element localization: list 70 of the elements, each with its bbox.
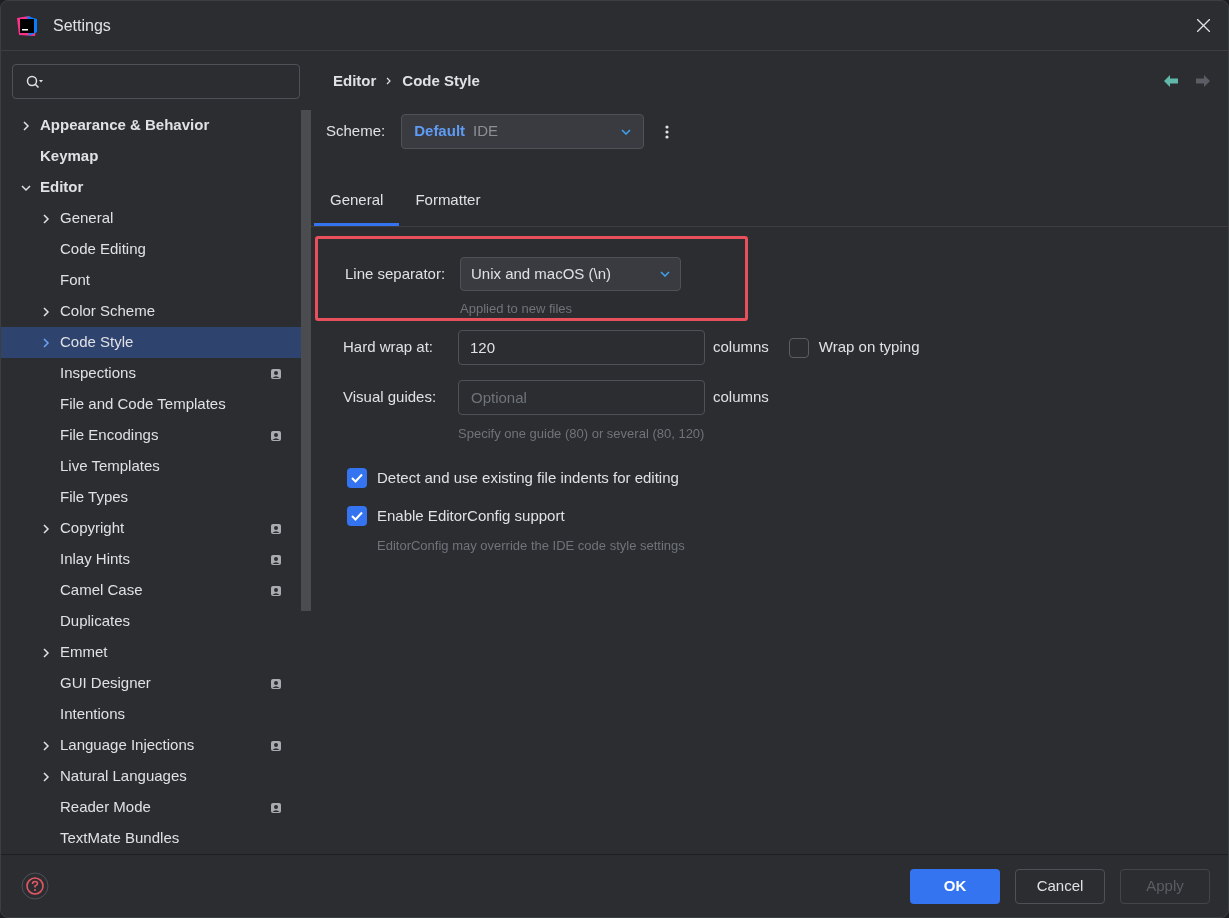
tree-item[interactable]: Keymap <box>1 141 301 172</box>
field-label: Line separator: <box>345 263 447 284</box>
checkbox[interactable] <box>347 467 367 488</box>
tree-item[interactable]: Language Injections <box>1 730 301 761</box>
search-field[interactable] <box>12 64 300 99</box>
tree-item[interactable]: File and Code Templates <box>1 389 301 420</box>
checkmark-icon <box>350 509 364 524</box>
hard-wrap-field[interactable]: 120 <box>458 330 705 365</box>
line-separator-dropdown[interactable]: Unix and macOS (\n) <box>460 257 681 291</box>
back-arrow-icon[interactable] <box>1164 75 1178 87</box>
tree-item[interactable]: Emmet <box>1 637 301 668</box>
tree-item[interactable]: Editor <box>1 172 301 203</box>
hint-text: EditorConfig may override the IDE code style settings <box>377 536 686 555</box>
tree-item[interactable]: File Types <box>1 482 301 513</box>
more-options-icon[interactable] <box>665 124 670 139</box>
checkbox-label: Wrap on typing <box>818 337 920 358</box>
checkbox[interactable] <box>788 337 809 358</box>
tree-item[interactable]: File Encodings <box>1 420 301 451</box>
checkbox-label: Enable EditorConfig support <box>377 506 565 526</box>
tree-item[interactable]: Copyright <box>1 513 301 544</box>
dialog-button[interactable]: Cancel <box>1015 868 1105 904</box>
field-label: Hard wrap at: <box>343 337 435 358</box>
tree-item[interactable]: Natural Languages <box>1 761 301 792</box>
chevron-down-icon <box>660 271 670 277</box>
tree-item[interactable]: Appearance & Behavior <box>1 110 301 141</box>
tab[interactable]: Formatter <box>399 177 497 226</box>
tree-item[interactable]: Live Templates <box>1 451 301 482</box>
chevron-down-icon[interactable] <box>21 182 31 193</box>
checkbox-label: Detect and use existing file indents for editing <box>377 467 679 488</box>
chevron-right-icon[interactable] <box>41 647 51 658</box>
chevron-right-icon[interactable] <box>41 771 51 782</box>
breadcrumb-item[interactable]: Code Style <box>402 69 480 93</box>
close-icon[interactable] <box>1197 19 1210 32</box>
unit-label: columns <box>713 337 769 358</box>
search-icon <box>26 75 44 89</box>
unit-label: columns <box>713 387 769 408</box>
chevron-right-icon[interactable] <box>41 213 51 224</box>
chevron-right-icon[interactable] <box>41 523 51 534</box>
app-logo-icon <box>17 15 37 36</box>
chevron-right-icon[interactable] <box>41 306 51 317</box>
breadcrumb-item[interactable]: Editor <box>333 69 377 93</box>
chevron-right-icon[interactable] <box>21 120 31 131</box>
visual-guides-field[interactable]: Optional <box>458 380 705 415</box>
checkbox[interactable] <box>347 506 367 527</box>
scrollbar-thumb[interactable] <box>301 110 311 611</box>
tree-item[interactable]: Code Editing <box>1 234 301 265</box>
tree-item[interactable]: Duplicates <box>1 606 301 637</box>
tree-item[interactable]: Reader Mode <box>1 792 301 823</box>
scheme-label: Scheme: <box>326 121 386 142</box>
tree-item[interactable]: Code Style <box>1 327 301 358</box>
window-title: Settings <box>53 15 111 36</box>
tree-item[interactable]: GUI Designer <box>1 668 301 699</box>
tab[interactable]: General <box>314 177 400 226</box>
chevron-right-icon <box>386 77 393 85</box>
dialog-button[interactable]: OK <box>910 868 1000 904</box>
tree-item[interactable]: Intentions <box>1 699 301 730</box>
tree-item[interactable]: Camel Case <box>1 575 301 606</box>
chevron-down-icon <box>621 128 632 135</box>
tree-item[interactable]: Font <box>1 265 301 296</box>
field-label: Visual guides: <box>343 387 438 408</box>
tree-item[interactable]: TextMate Bundles <box>1 823 301 854</box>
help-icon[interactable] <box>21 872 49 900</box>
scheme-dropdown[interactable]: Default IDE <box>401 114 645 149</box>
hint-text: Applied to new files <box>460 300 573 318</box>
chevron-right-icon[interactable] <box>41 740 51 751</box>
tree-item[interactable]: Inlay Hints <box>1 544 301 575</box>
tree-item[interactable]: Color Scheme <box>1 296 301 327</box>
hint-text: Specify one guide (80) or several (80, 120) <box>458 425 706 443</box>
tree-item[interactable]: Inspections <box>1 358 301 389</box>
tree-item[interactable]: General <box>1 203 301 234</box>
